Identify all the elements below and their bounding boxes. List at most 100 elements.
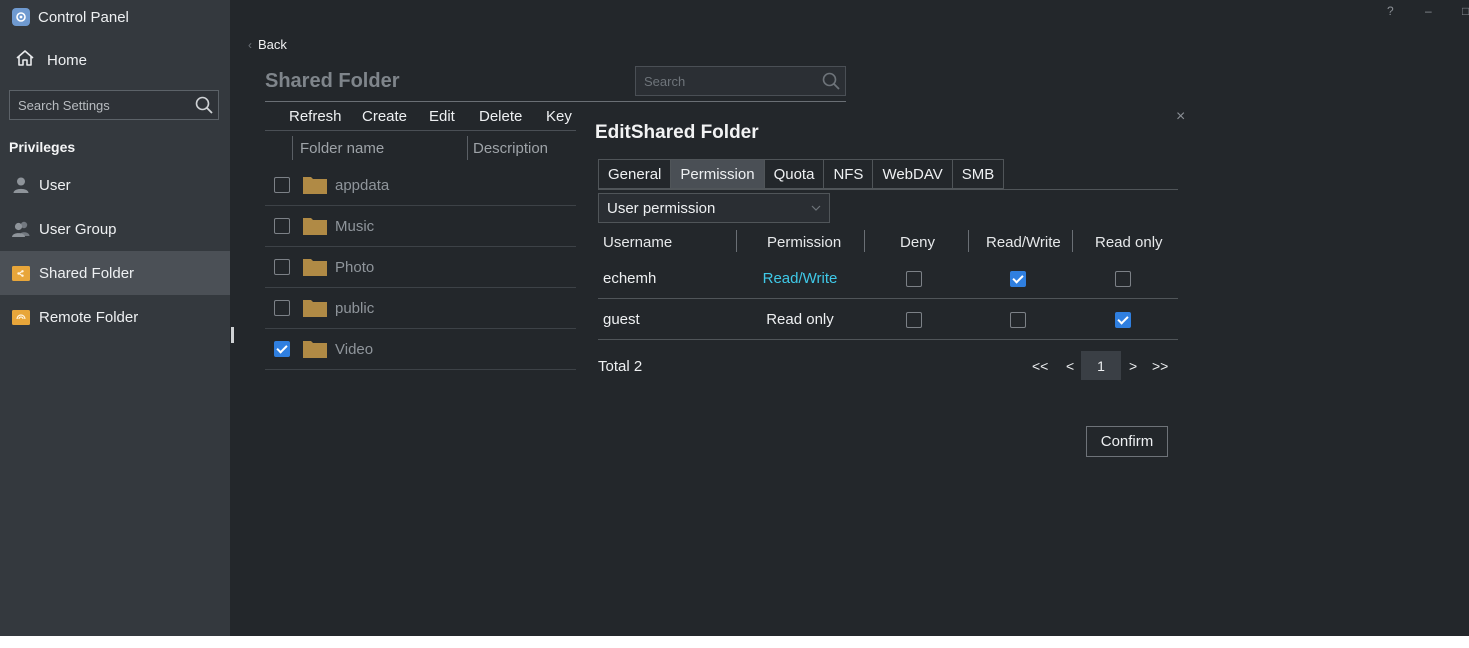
username: guest: [603, 311, 640, 328]
column-separator: [467, 136, 468, 160]
total-count: Total 2: [598, 358, 643, 375]
permission-type-select[interactable]: User permission: [598, 193, 830, 223]
column-separator: [864, 230, 865, 252]
tab-quota[interactable]: Quota: [764, 159, 825, 189]
column-separator: [736, 230, 737, 252]
table-row[interactable]: appdata: [265, 165, 576, 206]
folder-search-input[interactable]: [636, 67, 845, 95]
control-panel-icon: [12, 8, 30, 26]
table-row[interactable]: Music: [265, 206, 576, 247]
table-row[interactable]: Video: [265, 329, 576, 370]
remote-folder-icon: [11, 307, 31, 327]
permission-value: Read/Write: [762, 270, 838, 287]
deny-checkbox[interactable]: [906, 271, 922, 287]
folder-search: [635, 66, 846, 96]
divider: [265, 101, 846, 102]
search-icon[interactable]: [821, 71, 841, 91]
sidebar-item-label: User: [39, 176, 71, 194]
create-button[interactable]: Create: [362, 108, 407, 125]
column-header-deny: Deny: [900, 234, 936, 251]
bottom-strip: [0, 636, 1469, 648]
back-label: Back: [258, 37, 287, 52]
tab-general[interactable]: General: [598, 159, 672, 189]
sidebar-item-label: User Group: [39, 220, 117, 238]
divider: [598, 189, 1178, 190]
home-link[interactable]: Home: [14, 47, 87, 73]
column-header-folder-name[interactable]: Folder name: [300, 140, 384, 157]
table-row: echemh Read/Write: [598, 258, 1178, 299]
divider: [265, 130, 576, 131]
read-write-checkbox[interactable]: [1010, 312, 1026, 328]
tab-nfs[interactable]: NFS: [824, 159, 874, 189]
row-checkbox[interactable]: [274, 218, 290, 234]
last-page-button[interactable]: >>: [1152, 358, 1168, 374]
permission-type-value: User permission: [607, 199, 716, 217]
app-title: Control Panel: [12, 8, 129, 26]
sidebar: Control Panel Home Privileges User User …: [0, 0, 230, 636]
search-icon[interactable]: [194, 95, 214, 115]
folder-icon: [303, 259, 327, 276]
table-row[interactable]: public: [265, 288, 576, 329]
column-header-description[interactable]: Description: [473, 140, 548, 157]
first-page-button[interactable]: <<: [1032, 358, 1048, 374]
close-icon[interactable]: ×: [1176, 108, 1185, 126]
column-header-read-only: Read only: [1095, 234, 1163, 251]
maximize-button[interactable]: □: [1462, 4, 1469, 18]
table-row[interactable]: Photo: [265, 247, 576, 288]
user-icon: [11, 175, 31, 195]
minimize-button[interactable]: –: [1425, 4, 1432, 18]
help-button[interactable]: ?: [1387, 4, 1394, 18]
home-icon: [14, 47, 36, 73]
row-checkbox[interactable]: [274, 300, 290, 316]
table-row: guest Read only: [598, 299, 1178, 340]
column-separator: [968, 230, 969, 252]
folder-icon: [303, 300, 327, 317]
username: echemh: [603, 270, 657, 287]
delete-button[interactable]: Delete: [479, 108, 522, 125]
sidebar-item-user-group[interactable]: User Group: [0, 207, 230, 251]
tab-permission[interactable]: Permission: [671, 159, 765, 189]
folder-icon: [303, 177, 327, 194]
column-header-read-write: Read/Write: [986, 234, 1061, 251]
app-title-label: Control Panel: [38, 8, 129, 26]
column-separator: [292, 136, 293, 160]
dialog-tabs: General Permission Quota NFS WebDAV SMB: [598, 159, 1005, 189]
key-button[interactable]: Key: [546, 108, 572, 125]
folder-name: Music: [335, 218, 375, 235]
permission-value: Read only: [766, 311, 834, 328]
page-title: Shared Folder: [265, 70, 400, 92]
sidebar-item-user[interactable]: User: [0, 163, 230, 207]
prev-page-button[interactable]: <: [1066, 358, 1074, 374]
back-button[interactable]: ‹ Back: [248, 37, 287, 52]
sidebar-item-label: Remote Folder: [39, 308, 139, 326]
home-label: Home: [47, 51, 88, 69]
folder-name: public: [335, 300, 375, 317]
current-page-button[interactable]: 1: [1081, 351, 1121, 380]
column-header-username: Username: [603, 234, 673, 251]
sidebar-item-remote-folder[interactable]: Remote Folder: [0, 295, 230, 339]
dialog-title: EditShared Folder: [595, 122, 759, 143]
folder-icon: [303, 218, 327, 235]
chevron-left-icon: ‹: [248, 37, 252, 52]
settings-search-input[interactable]: [10, 91, 218, 119]
row-checkbox[interactable]: [274, 259, 290, 275]
edit-button[interactable]: Edit: [429, 108, 455, 125]
sidebar-item-label: Shared Folder: [39, 264, 135, 282]
column-header-permission: Permission: [767, 234, 842, 251]
tab-smb[interactable]: SMB: [952, 159, 1005, 189]
chevron-down-icon: [811, 205, 821, 211]
refresh-button[interactable]: Refresh: [289, 108, 342, 125]
next-page-button[interactable]: >: [1129, 358, 1137, 374]
read-only-checkbox[interactable]: [1115, 271, 1131, 287]
read-only-checkbox[interactable]: [1115, 312, 1131, 328]
row-checkbox[interactable]: [274, 341, 290, 357]
settings-search: [9, 90, 219, 120]
confirm-button[interactable]: Confirm: [1086, 426, 1168, 457]
row-checkbox[interactable]: [274, 177, 290, 193]
tab-webdav[interactable]: WebDAV: [873, 159, 953, 189]
sidebar-item-shared-folder[interactable]: Shared Folder: [0, 251, 230, 295]
read-write-checkbox[interactable]: [1010, 271, 1026, 287]
deny-checkbox[interactable]: [906, 312, 922, 328]
sidebar-resize-handle[interactable]: [231, 327, 234, 343]
folder-name: appdata: [335, 177, 390, 194]
